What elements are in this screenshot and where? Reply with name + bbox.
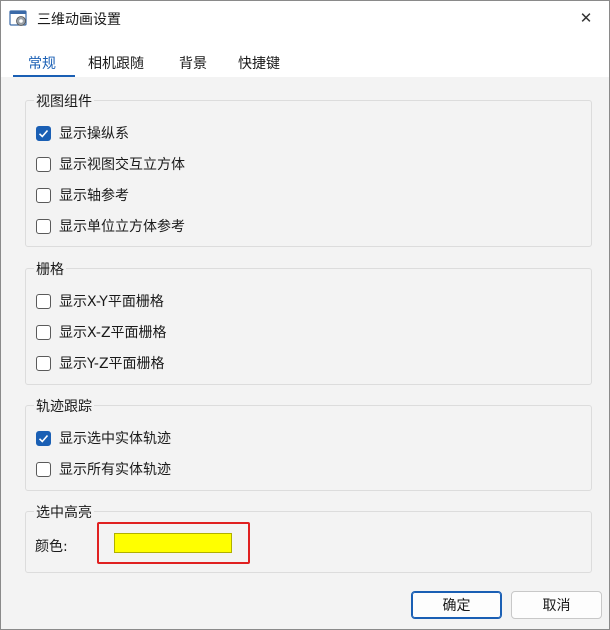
grid-title: 栅格 [34, 259, 66, 279]
checkbox-checked-icon [36, 125, 51, 141]
show-xz-grid-checkbox[interactable]: 显示X-Z平面栅格 [36, 323, 167, 341]
checkbox-label: 显示视图交互立方体 [59, 157, 185, 173]
tab-shortcuts[interactable]: 快捷键 [238, 53, 280, 73]
show-xy-grid-checkbox[interactable]: 显示X-Y平面栅格 [36, 292, 164, 310]
checkbox-checked-icon [36, 430, 51, 446]
checkbox-label: 显示所有实体轨迹 [59, 462, 171, 478]
checkbox-label: 显示X-Y平面栅格 [59, 294, 164, 310]
show-selected-trace-checkbox[interactable]: 显示选中实体轨迹 [36, 429, 171, 447]
show-view-cube-checkbox[interactable]: 显示视图交互立方体 [36, 155, 185, 173]
checkbox-label: 显示选中实体轨迹 [59, 431, 171, 447]
checkbox-unchecked-icon [36, 187, 51, 203]
show-axis-reference-checkbox[interactable]: 显示轴参考 [36, 186, 129, 204]
tab-background[interactable]: 背景 [179, 53, 207, 73]
checkbox-label: 显示操纵系 [59, 126, 129, 142]
title-bar: 三维动画设置 ✕ [1, 1, 609, 35]
checkbox-unchecked-icon [36, 461, 51, 477]
tab-bar: 常规 相机跟随 背景 快捷键 [1, 35, 609, 77]
checkbox-label: 显示Y-Z平面栅格 [59, 356, 165, 372]
tab-general[interactable]: 常规 [28, 53, 56, 73]
trace-title: 轨迹跟踪 [34, 396, 94, 416]
view-components-title: 视图组件 [34, 91, 94, 111]
close-icon: ✕ [579, 9, 593, 27]
color-label: 颜色: [35, 539, 68, 555]
checkbox-label: 显示X-Z平面栅格 [59, 325, 167, 341]
ok-button[interactable]: 确定 [411, 591, 502, 619]
checkbox-label: 显示轴参考 [59, 188, 129, 204]
active-tab-indicator [13, 75, 75, 77]
checkbox-unchecked-icon [36, 324, 51, 340]
show-yz-grid-checkbox[interactable]: 显示Y-Z平面栅格 [36, 354, 165, 372]
window-title: 三维动画设置 [37, 12, 121, 28]
settings-dialog: 三维动画设置 ✕ 常规 相机跟随 背景 快捷键 视图组件 显示操纵系 显示视图交… [0, 0, 610, 630]
show-manipulator-checkbox[interactable]: 显示操纵系 [36, 124, 129, 142]
checkbox-unchecked-icon [36, 218, 51, 234]
highlight-title: 选中高亮 [34, 502, 94, 522]
close-button[interactable]: ✕ [563, 1, 609, 35]
show-unit-cube-checkbox[interactable]: 显示单位立方体参考 [36, 217, 185, 235]
checkbox-unchecked-icon [36, 293, 51, 309]
checkbox-unchecked-icon [36, 156, 51, 172]
checkbox-label: 显示单位立方体参考 [59, 219, 185, 235]
tab-camera-follow[interactable]: 相机跟随 [88, 53, 144, 73]
highlight-color-swatch[interactable] [114, 533, 232, 553]
cancel-button[interactable]: 取消 [511, 591, 602, 619]
show-all-trace-checkbox[interactable]: 显示所有实体轨迹 [36, 460, 171, 478]
checkbox-unchecked-icon [36, 355, 51, 371]
settings-gear-app-icon [9, 8, 29, 28]
